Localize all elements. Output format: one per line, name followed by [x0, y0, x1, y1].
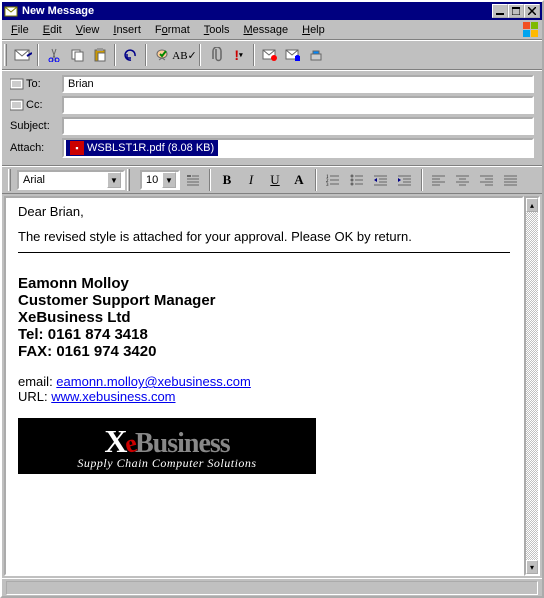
to-input[interactable]	[62, 75, 534, 93]
attachment-item[interactable]: ▪ WSBLST1R.pdf (8.08 KB)	[66, 140, 218, 156]
subject-input[interactable]	[62, 117, 534, 135]
paragraph-style-button[interactable]	[182, 170, 204, 190]
maximize-button[interactable]	[508, 4, 524, 18]
email-link[interactable]: eamonn.molloy@xebusiness.com	[56, 374, 251, 389]
align-justify-button[interactable]	[500, 170, 522, 190]
body-greeting: Dear Brian,	[18, 204, 510, 219]
body-paragraph: The revised style is attached for your a…	[18, 229, 510, 244]
toolbar-handle[interactable]	[4, 44, 7, 66]
signature-title: Customer Support Manager	[18, 292, 510, 309]
menubar: File Edit View Insert Format Tools Messa…	[2, 20, 542, 40]
send-button[interactable]	[11, 44, 34, 66]
check-button[interactable]	[150, 44, 173, 66]
paste-button[interactable]	[88, 44, 111, 66]
company-logo: XeBusiness Supply Chain Computer Solutio…	[18, 418, 316, 474]
italic-button[interactable]: I	[240, 170, 262, 190]
scroll-down-button[interactable]: ▾	[526, 560, 538, 574]
scroll-up-button[interactable]: ▴	[526, 198, 538, 212]
cc-label[interactable]: Cc:	[10, 99, 62, 111]
menu-view[interactable]: View	[69, 22, 107, 38]
windows-logo	[520, 21, 540, 39]
compose-window: New Message File Edit View Insert Format…	[0, 0, 544, 598]
format-handle[interactable]	[8, 169, 11, 191]
format-handle-2[interactable]	[127, 169, 130, 191]
bullet-list-button[interactable]	[346, 170, 368, 190]
signature-company: XeBusiness Ltd	[18, 309, 510, 326]
underline-button[interactable]: U	[264, 170, 286, 190]
url-link[interactable]: www.xebusiness.com	[51, 389, 175, 404]
logo-tagline: Supply Chain Computer Solutions	[77, 456, 256, 471]
titlebar[interactable]: New Message	[2, 2, 542, 20]
statusbar	[2, 578, 542, 596]
menu-message[interactable]: Message	[236, 22, 295, 38]
font-color-button[interactable]: A	[288, 170, 310, 190]
offline-button[interactable]	[304, 44, 327, 66]
encrypt-button[interactable]	[281, 44, 304, 66]
indent-button[interactable]	[394, 170, 416, 190]
menu-file[interactable]: File	[4, 22, 36, 38]
menu-edit[interactable]: Edit	[36, 22, 69, 38]
spelling-button[interactable]: AB✓	[173, 44, 196, 66]
minimize-button[interactable]	[492, 4, 508, 18]
bold-button[interactable]: B	[216, 170, 238, 190]
signature-name: Eamonn Molloy	[18, 275, 510, 292]
signature-fax: FAX: 0161 974 3420	[18, 343, 510, 360]
vertical-scrollbar[interactable]: ▴ ▾	[524, 196, 540, 576]
body-area: Dear Brian, The revised style is attache…	[2, 194, 542, 578]
message-body[interactable]: Dear Brian, The revised style is attache…	[4, 196, 524, 576]
url-prefix: URL:	[18, 389, 51, 404]
font-select[interactable]: Arial ▼	[17, 170, 125, 190]
close-button[interactable]	[524, 4, 540, 18]
window-title: New Message	[22, 5, 492, 17]
menu-format[interactable]: Format	[148, 22, 197, 38]
menu-tools[interactable]: Tools	[197, 22, 237, 38]
scroll-track[interactable]	[526, 212, 538, 560]
sign-button[interactable]	[258, 44, 281, 66]
attach-box[interactable]: ▪ WSBLST1R.pdf (8.08 KB)	[62, 138, 534, 158]
chevron-down-icon[interactable]: ▼	[107, 172, 121, 188]
menu-help[interactable]: Help	[295, 22, 332, 38]
align-left-button[interactable]	[428, 170, 450, 190]
attach-label: Attach:	[10, 142, 62, 154]
outdent-button[interactable]	[370, 170, 392, 190]
email-prefix: email:	[18, 374, 56, 389]
signature-tel: Tel: 0161 874 3418	[18, 326, 510, 343]
attach-button[interactable]	[204, 44, 227, 66]
attachment-filename: WSBLST1R.pdf (8.08 KB)	[87, 142, 214, 154]
cc-input[interactable]	[62, 96, 534, 114]
svg-text:3: 3	[326, 183, 329, 186]
window-icon	[4, 4, 18, 18]
pdf-icon: ▪	[70, 141, 84, 155]
subject-label: Subject:	[10, 120, 62, 132]
numbered-list-button[interactable]: 123	[322, 170, 344, 190]
align-center-button[interactable]	[452, 170, 474, 190]
cut-button[interactable]	[42, 44, 65, 66]
size-select[interactable]: 10 ▼	[140, 170, 180, 190]
copy-button[interactable]	[65, 44, 88, 66]
header-fields: To: Cc: Subject: Attach: ▪ WSBLS	[2, 70, 542, 166]
main-toolbar: AB✓ !▾	[2, 40, 542, 70]
body-separator	[18, 252, 510, 253]
priority-button[interactable]: !▾	[227, 44, 250, 66]
menu-insert[interactable]: Insert	[106, 22, 148, 38]
to-label[interactable]: To:	[10, 78, 62, 90]
chevron-down-icon[interactable]: ▼	[162, 172, 176, 188]
align-right-button[interactable]	[476, 170, 498, 190]
undo-button[interactable]	[119, 44, 142, 66]
format-toolbar: Arial ▼ 10 ▼ B I U A 123	[2, 166, 542, 194]
